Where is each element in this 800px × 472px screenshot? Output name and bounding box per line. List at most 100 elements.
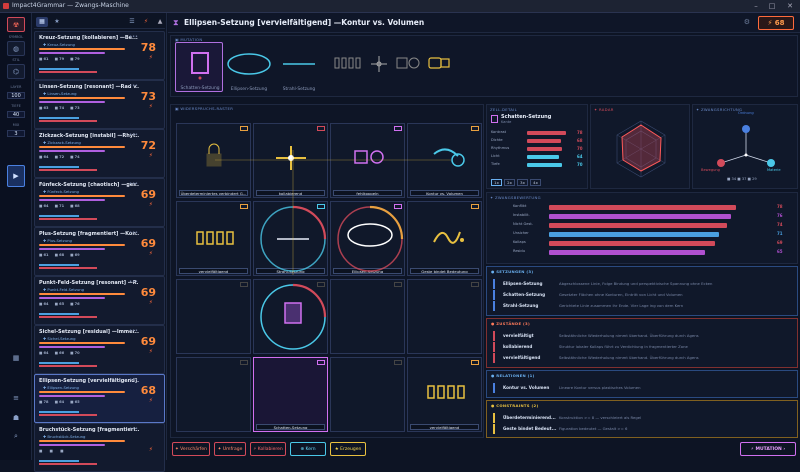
symbol-icon[interactable]: ◍ <box>7 41 25 56</box>
detail-row[interactable]: Überdeterminierend... Konstruktion >= 8 —… <box>493 413 789 423</box>
list-icon[interactable]: ☰ <box>126 17 138 27</box>
style-icon[interactable]: ⌬ <box>7 64 25 79</box>
variant-card[interactable]: Linsen-Setzung [resonant] —Rad v... ••• ✚ … <box>34 80 165 129</box>
zwang-value: 76 <box>777 213 783 218</box>
zoom-tab[interactable]: 1x <box>491 179 502 186</box>
sharpen-button[interactable]: ✦ Verschärfen <box>172 442 210 456</box>
bolt-icon[interactable]: ⚡ <box>140 17 152 27</box>
detail-row[interactable]: kollabierend Struktur lokaler Kollaps füh… <box>493 342 789 352</box>
card-title: Fünfeck-Setzung [chaotisch] —ges... <box>39 182 139 188</box>
variant-card[interactable]: Fünfeck-Setzung [chaotisch] —ges... ••• ✚ … <box>34 178 165 227</box>
grid-cell[interactable] <box>176 357 251 432</box>
layer-value[interactable]: 100 <box>7 92 25 99</box>
detail-row[interactable]: vervielfältigend Selbstähnliche Wiederhol… <box>493 353 789 363</box>
generate-button[interactable]: ★ Erzeugen <box>330 442 366 456</box>
bottom-bar: ✦ Verschärfen ✦ Umfrage ⚡ Kollabieren ⊕ … <box>170 440 798 460</box>
more-icon[interactable]: ••• <box>129 34 138 40</box>
zoom-tab[interactable]: 4x <box>530 179 541 186</box>
progress-bar <box>39 297 105 299</box>
grid-cell[interactable] <box>330 279 405 354</box>
bars-icon <box>427 385 465 399</box>
variant-list: ▦ ★ ☰ ⚡ ▲ Kreuz-Setzung [kollabieren] —B… <box>32 13 167 472</box>
detail-row[interactable]: Schatten-Setzung Gesetzter Flächen ohne K… <box>493 290 789 300</box>
more-icon[interactable]: ••• <box>129 377 138 383</box>
person-icon[interactable]: ☗ <box>7 411 25 426</box>
slot-ellipse[interactable]: Ellipsen-Setzung <box>225 42 273 92</box>
grid-cell[interactable]: Schatten-Setzung <box>253 357 328 432</box>
detail-row[interactable]: Strahl-Setzung Gerichtete Linie zusammen … <box>493 301 789 311</box>
card-score: 69 <box>140 335 156 348</box>
score-button[interactable]: ⚡ 68 <box>758 16 794 30</box>
variant-card[interactable]: Punkt-Feld-Setzung [resonant] —R... ••• ✚ … <box>34 276 165 325</box>
bar-label: Dichte <box>491 138 503 142</box>
grid-cell[interactable]: kollabierend <box>253 123 328 198</box>
close-icon[interactable]: ✕ <box>784 1 796 11</box>
detail-row[interactable]: Ellipsen-Setzung Abgeschlossene Linie, Fo… <box>493 279 789 289</box>
collapse-button[interactable]: ⚡ Kollabieren <box>250 442 286 456</box>
stat: 79 <box>59 57 65 61</box>
grid-cell[interactable]: Strahl-Setzung <box>253 201 328 276</box>
warning-icon[interactable]: ▲ <box>154 17 166 27</box>
card-title: Linsen-Setzung [resonant] —Rad v... <box>39 84 139 90</box>
cell-tag <box>317 204 325 209</box>
maximize-icon[interactable]: □ <box>766 1 778 11</box>
more-icon[interactable]: ••• <box>129 83 138 89</box>
survey-button[interactable]: ✦ Umfrage <box>214 442 246 456</box>
grid-cell[interactable]: Kontur vs. Volumen <box>407 123 482 198</box>
minimize-icon[interactable]: – <box>750 1 762 11</box>
cell-label: fehlkoppeln <box>333 190 402 196</box>
grid-cell[interactable] <box>330 357 405 432</box>
grid-cell[interactable]: fehlkoppeln <box>330 123 405 198</box>
more-icon[interactable]: ••• <box>129 230 138 236</box>
slot-schatten[interactable]: Schatten-Setzung <box>175 42 223 92</box>
card-sub: ✚ Fünfeck-Setzung <box>43 189 79 194</box>
grid-icon[interactable]: ▦ <box>7 351 25 366</box>
settings-icon[interactable]: ⚙ <box>744 18 750 26</box>
more-icon[interactable]: ••• <box>129 279 138 285</box>
grid-cell[interactable]: Ellipsen-Setzung <box>330 201 405 276</box>
card-score: 73 <box>140 90 156 103</box>
mini-bars <box>39 215 97 220</box>
cell-tag <box>240 282 248 287</box>
variant-card[interactable]: Ellipsen-Setzung [vervielfältigend]... ••… <box>34 374 165 423</box>
grid-cell[interactable]: vervielfältigend <box>407 357 482 432</box>
list-view-icon[interactable]: ▦ <box>36 17 48 27</box>
variant-card[interactable]: Kreuz-Setzung [kollabieren] —Be... ••• ✚ K… <box>34 31 165 80</box>
variant-card[interactable]: Bruchstück-Setzung [fragmentiert... ••• ✚ … <box>34 423 165 472</box>
mix-value[interactable]: 3 <box>7 130 25 137</box>
button-label: Umfrage <box>222 447 243 452</box>
stat: 79 <box>74 57 80 61</box>
more-icon[interactable]: ••• <box>129 181 138 187</box>
variant-card[interactable]: Plus-Setzung [fragmentiert] —Kon... ••• ✚ … <box>34 227 165 276</box>
star-icon[interactable]: ★ <box>51 17 63 27</box>
grid-cell[interactable]: Geste bindet Bedeutung <box>407 201 482 276</box>
grid-cell[interactable]: Überdeterminiertes verbindert G... <box>176 123 251 198</box>
grid-cell[interactable] <box>253 279 328 354</box>
detail-row[interactable]: Geste bindet Bedeut... Figuration bedeute… <box>493 424 789 434</box>
zustaende-title-text: ZUSTÄNDE (3) <box>496 321 531 326</box>
grid-cell[interactable]: vervielfältigend <box>176 201 251 276</box>
zoom-tab[interactable]: 2x <box>504 179 515 186</box>
slot-extra[interactable] <box>415 42 463 92</box>
detail-row[interactable]: Kontur vs. Volumen Lineare Kontur versus … <box>493 383 789 393</box>
variant-card[interactable]: Sichel-Setzung [residual] —Immer... ••• ✚ … <box>34 325 165 374</box>
more-icon[interactable]: ••• <box>129 132 138 138</box>
radiation-icon[interactable]: ☢ <box>7 17 25 32</box>
zoom-tab[interactable]: 3x <box>517 179 528 186</box>
variant-card[interactable]: Zickzack-Setzung [instabil] —Rhyt... ••• ✚… <box>34 129 165 178</box>
mutation-button[interactable]: ⚡ MUTATION › <box>740 442 796 456</box>
grid-cell[interactable] <box>176 279 251 354</box>
detail-row[interactable]: vervielfältigt Selbstähnliche Wiederholun… <box>493 331 789 341</box>
card-sub-text: Zickzack-Setzung <box>47 140 81 145</box>
slot-strahl[interactable]: Strahl-Setzung <box>275 42 323 92</box>
more-icon[interactable]: ••• <box>129 328 138 334</box>
search-icon[interactable]: ⌕ <box>7 429 25 444</box>
hourglass-icon: ⧗ <box>173 18 179 27</box>
grid-cell[interactable] <box>407 279 482 354</box>
card-stats: ■ 78 ■ 64 ■ 65 <box>39 400 80 404</box>
play-icon[interactable]: ▶ <box>7 165 25 187</box>
depth-value[interactable]: 40 <box>7 111 25 118</box>
core-button[interactable]: ⊕ Kern <box>290 442 326 456</box>
layers-icon[interactable]: ≡ <box>7 391 25 406</box>
more-icon[interactable]: ••• <box>129 426 138 432</box>
